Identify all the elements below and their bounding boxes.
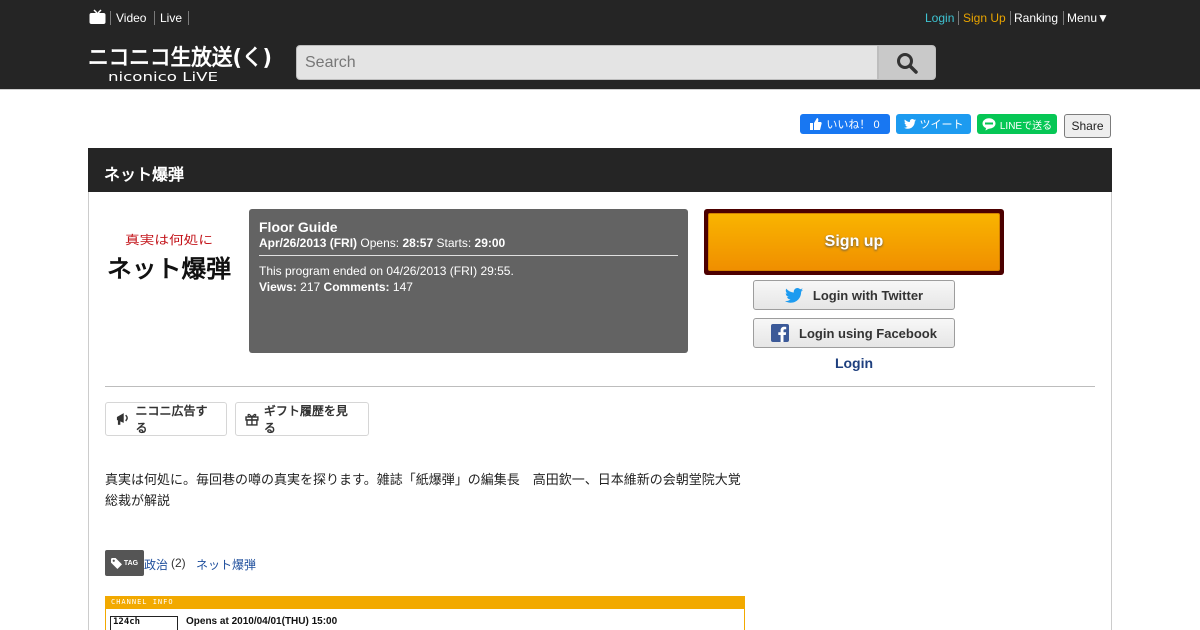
nav-divider (1010, 11, 1011, 25)
nav-divider (110, 11, 111, 25)
search-icon (897, 52, 918, 74)
facebook-like-label: いいね！ 0 (826, 119, 880, 131)
thumbs-up-icon (810, 118, 823, 130)
tv-icon[interactable] (89, 9, 106, 25)
gift-icon (245, 413, 259, 426)
views-label: Views: (259, 280, 297, 294)
stats-line: Views: 217 Comments: 147 (259, 279, 678, 295)
opens-time: 28:57 (402, 236, 434, 250)
signup-frame: Sign up (704, 209, 1004, 275)
tag-shape-icon (110, 557, 122, 569)
views-count: 217 (300, 280, 321, 294)
search-input[interactable] (296, 45, 878, 80)
channel-opens-text: Opens at 2010/04/01(THU) 15:00 (186, 616, 338, 627)
ended-notice: This program ended on 04/26/2013 (FRI) 2… (259, 264, 514, 278)
nav-divider (1063, 11, 1064, 25)
nav-divider (188, 11, 189, 25)
twitter-bird-icon (784, 287, 803, 303)
header-login-link[interactable]: Login (925, 11, 954, 25)
nav-live-link[interactable]: Live (160, 11, 182, 25)
share-button[interactable]: Share (1064, 114, 1111, 138)
tweet-button[interactable]: ツイート (896, 114, 971, 134)
starts-label: Starts: (436, 236, 472, 250)
floor-guide-divider (259, 255, 678, 256)
floor-guide: Floor Guide Apr/26/2013 (FRI) Opens: 28:… (249, 209, 688, 353)
gift-history-button[interactable]: ギフト履歴を見る (235, 402, 369, 436)
twitter-login-label: Login with Twitter (812, 287, 924, 303)
tag-icon-label: TAG (123, 559, 139, 567)
twitter-bird-icon (903, 119, 916, 129)
tag-icon: TAG (105, 550, 144, 576)
signup-button[interactable]: Sign up (708, 213, 1000, 271)
comments-count: 147 (392, 280, 413, 294)
nav-divider (958, 11, 959, 25)
starts-time: 29:00 (474, 236, 506, 250)
tag-link[interactable]: ネット爆弾 (196, 556, 256, 573)
nicoad-button[interactable]: ニコニ広告する (105, 402, 227, 436)
section-divider (105, 386, 1095, 387)
schedule-line: Apr/26/2013 (FRI) Opens: 28:57 Starts: 2… (259, 236, 678, 250)
megaphone-icon (116, 413, 128, 425)
program-description: 真実は何処に。毎回巷の噂の真実を探ります。雑誌「紙爆弾」の編集長 高田欽一、日本… (105, 472, 741, 508)
nav-video-link[interactable]: Video (116, 11, 146, 25)
thumbnail-tagline: 真実は何処に (125, 232, 213, 247)
tweet-label: ツイート (919, 119, 964, 131)
search-button[interactable] (878, 45, 936, 80)
login-link[interactable]: Login (754, 355, 954, 371)
program-thumbnail: 真実は何処に ネット爆弾 (105, 215, 235, 290)
channel-info-strip: CHANNEL INFO (105, 596, 745, 609)
channel-logo[interactable]: 124ch (110, 616, 178, 630)
menu-dropdown[interactable]: Menu▼ (1067, 11, 1109, 25)
line-icon (982, 117, 996, 130)
line-send-label: LINEで送る (999, 120, 1053, 132)
floor-guide-title: Floor Guide (259, 219, 338, 235)
twitter-login-button[interactable]: Login with Twitter (753, 280, 955, 310)
nicoad-label: ニコニ広告する (135, 404, 208, 435)
logo-main-text: ニコニコ生放送(く) (88, 45, 272, 71)
tag-link[interactable]: 政治 (144, 556, 168, 573)
program-title: ネット爆弾 (88, 148, 1112, 192)
facebook-login-button[interactable]: Login using Facebook (753, 318, 955, 348)
niconico-live-logo[interactable]: ニコニコ生放送(く) niconico LiVE (88, 43, 274, 83)
ranking-link[interactable]: Ranking (1014, 11, 1058, 25)
thumbnail-title: ネット爆弾 (107, 254, 231, 283)
opens-label: Opens: (360, 236, 400, 250)
logo-sub-text: niconico LiVE (108, 70, 218, 83)
facebook-icon (771, 324, 790, 342)
nav-divider (154, 11, 155, 25)
comments-label: Comments: (323, 280, 390, 294)
tag-count: (2) (171, 556, 186, 570)
gift-history-label: ギフト履歴を見る (263, 404, 348, 435)
program-date: Apr/26/2013 (FRI) (259, 236, 358, 250)
line-send-button[interactable]: LINEで送る (977, 114, 1057, 134)
facebook-login-label: Login using Facebook (799, 325, 937, 341)
header-signup-link[interactable]: Sign Up (963, 11, 1006, 25)
facebook-like-button[interactable]: いいね！ 0 (800, 114, 890, 134)
